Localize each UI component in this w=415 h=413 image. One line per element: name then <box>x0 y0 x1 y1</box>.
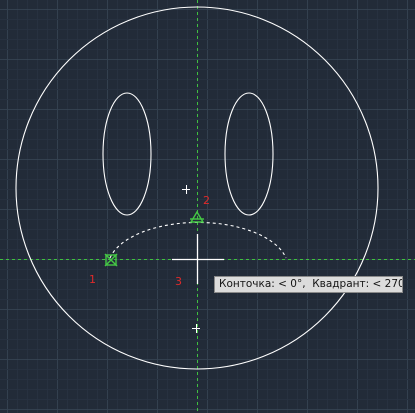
snap-tooltip: Конточка: < 0°, Квадрант: < 270° <box>214 276 403 293</box>
marker-label-3: 3 <box>175 275 182 288</box>
drawing-canvas[interactable]: 1 2 3 Конточка: < 0°, Квадрант: < 270° <box>0 0 415 413</box>
bottom-point-marker <box>192 324 200 333</box>
right-eye-ellipse[interactable] <box>224 92 274 216</box>
marker-label-1: 1 <box>89 273 96 286</box>
center-point-marker <box>182 185 190 194</box>
marker-label-2: 2 <box>203 194 210 207</box>
model-space[interactable]: 1 2 3 <box>0 0 415 413</box>
